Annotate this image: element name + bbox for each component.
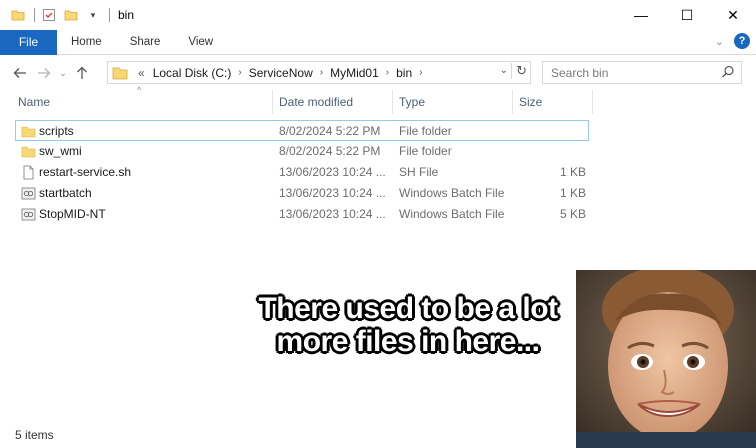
window-title: bin: [118, 8, 135, 22]
file-date: 8/02/2024 5:22 PM: [279, 124, 381, 138]
search-icon[interactable]: [721, 65, 735, 79]
meme-caption-line-1: There used to be a lot: [258, 292, 558, 325]
title-bar: ▾ bin — ☐ ✕: [0, 0, 756, 30]
file-name: scripts: [39, 124, 74, 138]
refresh-icon[interactable]: ↻: [511, 63, 527, 79]
expand-ribbon-chevron-icon[interactable]: ⌄: [715, 35, 724, 48]
folder-icon: [112, 67, 128, 79]
breadcrumb-overflow[interactable]: «: [138, 66, 145, 80]
tab-file[interactable]: File: [0, 29, 57, 55]
address-dropdown-icon[interactable]: ⌄: [500, 65, 508, 76]
forward-button[interactable]: [32, 61, 56, 85]
file-icon: [23, 165, 34, 180]
chevron-right-icon[interactable]: ›: [320, 67, 323, 78]
file-type: Windows Batch File: [399, 207, 505, 221]
file-name: restart-service.sh: [39, 165, 132, 179]
file-size: 5 KB: [559, 207, 586, 221]
column-headers: ^ Name Date modified Type Size: [0, 85, 600, 114]
search-placeholder: Search bin: [551, 65, 609, 80]
breadcrumb-local-disk[interactable]: Local Disk (C:): [153, 66, 232, 80]
file-date: 13/06/2023 10:24 ...: [279, 165, 386, 179]
folder-icon: [21, 126, 36, 138]
quick-access-toolbar: ▾ bin: [0, 0, 134, 30]
file-row[interactable]: startbatch 13/06/2023 10:24 ... Windows …: [0, 183, 600, 204]
recent-locations-chevron-icon[interactable]: ⌄: [56, 61, 70, 85]
batch-file-icon: [21, 208, 36, 221]
file-name: startbatch: [39, 186, 92, 200]
search-input[interactable]: Search bin: [542, 61, 742, 84]
column-label: Date modified: [279, 95, 354, 109]
chevron-right-icon[interactable]: ›: [238, 67, 241, 78]
column-label: Type: [399, 95, 426, 109]
column-header-name[interactable]: Name: [12, 90, 273, 114]
file-date: 13/06/2023 10:24 ...: [279, 207, 386, 221]
file-size: 1 KB: [559, 186, 586, 200]
tab-home[interactable]: Home: [57, 30, 116, 55]
column-label: Size: [519, 95, 543, 109]
toolbar-separator: [34, 8, 35, 22]
new-folder-icon[interactable]: [63, 7, 79, 23]
file-date: 8/02/2024 5:22 PM: [279, 144, 381, 158]
maximize-button[interactable]: ☐: [664, 0, 710, 30]
file-type: File folder: [399, 124, 452, 138]
chevron-right-icon[interactable]: ›: [419, 67, 422, 78]
tab-share[interactable]: Share: [116, 30, 175, 55]
column-header-size[interactable]: Size: [513, 90, 593, 114]
minimize-button[interactable]: —: [618, 0, 664, 30]
file-row[interactable]: sw_wmi 8/02/2024 5:22 PM File folder: [0, 141, 600, 162]
folder-icon[interactable]: [10, 7, 26, 23]
file-type: SH File: [399, 165, 439, 179]
ribbon-tabs: File Home Share View ⌄ ?: [0, 29, 756, 55]
customize-toolbar-dropdown-icon[interactable]: ▾: [85, 7, 101, 23]
back-button[interactable]: [8, 61, 32, 85]
breadcrumb-mymid01[interactable]: MyMid01: [330, 66, 379, 80]
navigation-bar: ⌄ « Local Disk (C:) › ServiceNow › MyMid…: [0, 56, 756, 90]
breadcrumb-bin[interactable]: bin: [396, 66, 412, 80]
file-list: scripts 8/02/2024 5:22 PM File folder sw…: [0, 120, 600, 225]
meme-caption: There used to be a lot more files in her…: [240, 292, 576, 358]
properties-icon[interactable]: [41, 7, 57, 23]
tab-view[interactable]: View: [174, 30, 227, 55]
ribbon-right: ⌄ ?: [715, 33, 750, 49]
title-separator: [109, 8, 110, 22]
address-bar[interactable]: « Local Disk (C:) › ServiceNow › MyMid01…: [107, 61, 531, 84]
file-date: 13/06/2023 10:24 ...: [279, 186, 386, 200]
up-button[interactable]: [70, 61, 94, 85]
folder-icon: [21, 146, 36, 158]
file-row[interactable]: scripts 8/02/2024 5:22 PM File folder: [15, 120, 589, 141]
breadcrumb-servicenow[interactable]: ServiceNow: [249, 66, 313, 80]
file-row[interactable]: StopMID-NT 13/06/2023 10:24 ... Windows …: [0, 204, 600, 225]
column-header-date[interactable]: Date modified: [273, 90, 393, 114]
file-type: Windows Batch File: [399, 186, 505, 200]
file-type: File folder: [399, 144, 452, 158]
chevron-right-icon[interactable]: ›: [386, 67, 389, 78]
file-name: sw_wmi: [39, 144, 82, 158]
status-item-count: 5 items: [15, 428, 54, 442]
batch-file-icon: [21, 187, 36, 200]
help-button[interactable]: ?: [734, 33, 750, 49]
column-header-type[interactable]: Type: [393, 90, 513, 114]
file-row[interactable]: restart-service.sh 13/06/2023 10:24 ... …: [0, 162, 600, 183]
file-name: StopMID-NT: [39, 207, 106, 221]
meme-caption-line-2: more files in here...: [276, 325, 540, 358]
window-controls: — ☐ ✕: [618, 0, 756, 30]
column-label: Name: [18, 95, 51, 109]
close-button[interactable]: ✕: [710, 0, 756, 30]
meme-photo: [576, 270, 756, 448]
file-size: 1 KB: [559, 165, 586, 179]
